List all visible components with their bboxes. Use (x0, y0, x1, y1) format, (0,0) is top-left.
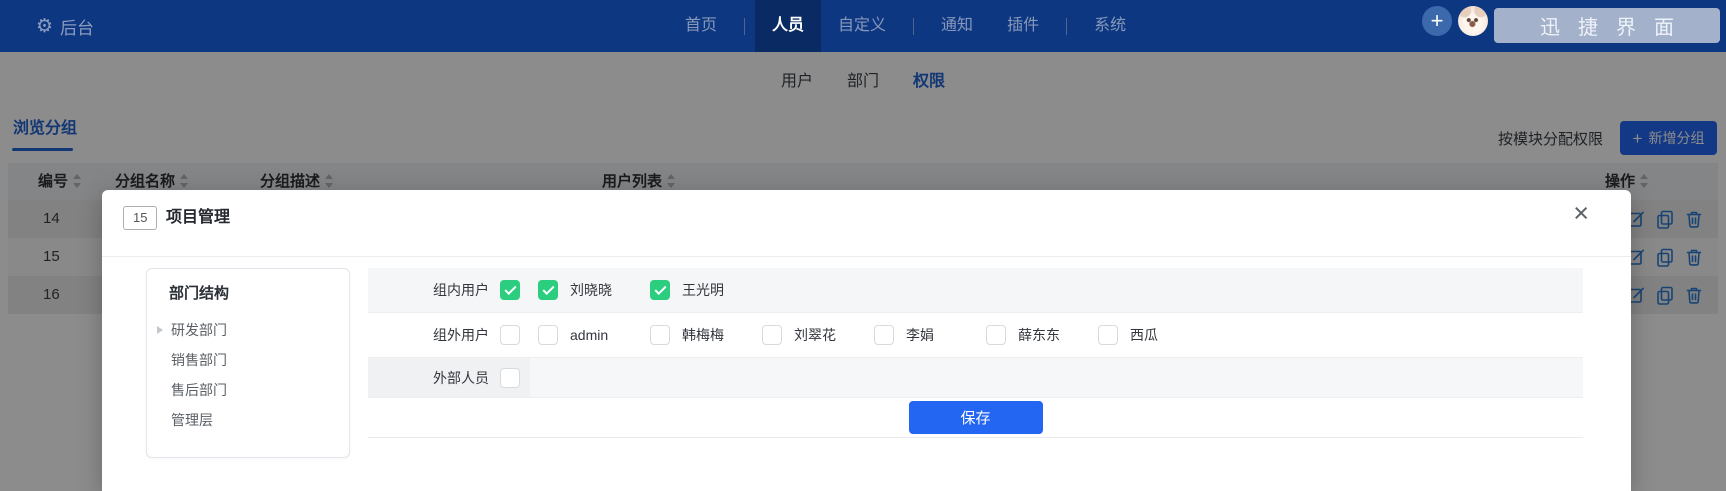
nav-separator (744, 17, 746, 35)
member-checkbox[interactable] (538, 325, 558, 345)
tree-item-sales-department[interactable]: 销售部门 (147, 345, 349, 375)
member-name: 韩梅梅 (682, 327, 724, 343)
select-all-checkbox[interactable] (500, 367, 520, 388)
member-checkbox[interactable] (986, 325, 1006, 345)
nav-item-home[interactable]: 首页 (668, 0, 734, 52)
department-structure-panel: 部门结构 研发部门 销售部门 售后部门 管理层 (146, 268, 350, 458)
user-groups-table: 组内用户 刘晓晓 王光明 组外用户 admin 韩梅梅 刘翠花 李娟 薛东东 西… (368, 268, 1583, 438)
member-checkbox[interactable] (650, 325, 670, 345)
department-panel-title: 部门结构 (169, 285, 230, 302)
group-label-cell: 组内用户 (368, 268, 530, 312)
member-item: 刘翠花 (762, 325, 874, 345)
group-row-out-group-users: 组外用户 admin 韩梅梅 刘翠花 李娟 薛东东 西瓜 (368, 313, 1583, 358)
member-name: 刘晓晓 (570, 282, 612, 298)
select-all-checkbox[interactable] (500, 325, 520, 345)
member-item: 薛东东 (986, 325, 1098, 345)
plus-icon: + (1430, 8, 1444, 33)
member-checkbox[interactable] (762, 325, 782, 345)
save-row: 保存 (368, 398, 1583, 438)
member-checkbox[interactable] (650, 280, 670, 300)
member-item: 西瓜 (1098, 325, 1210, 345)
member-item: 韩梅梅 (650, 325, 762, 345)
nav-item-system[interactable]: 系统 (1077, 0, 1143, 52)
modal-title: 项目管理 (166, 209, 231, 226)
member-name: 西瓜 (1130, 327, 1158, 343)
workspace-button[interactable]: 迅捷界面 (1494, 8, 1720, 43)
close-icon[interactable]: × (1573, 200, 1589, 227)
workspace-button-label: 迅捷界面 (1540, 17, 1692, 39)
nav-item-notification[interactable]: 通知 (924, 0, 990, 52)
member-name: admin (570, 327, 609, 343)
group-row-in-group-users: 组内用户 刘晓晓 王光明 (368, 268, 1583, 313)
group-label: 组内用户 (433, 282, 489, 298)
group-label: 组外用户 (433, 327, 489, 343)
gear-icon: ⚙ (36, 15, 54, 37)
tree-item-rd-department[interactable]: 研发部门 (147, 315, 349, 345)
add-button[interactable]: + (1422, 6, 1452, 36)
member-checkbox[interactable] (1098, 325, 1118, 345)
member-item: 王光明 (650, 280, 762, 300)
save-button[interactable]: 保存 (908, 401, 1043, 434)
nav-separator (1066, 17, 1068, 35)
group-id-badge: 15 (123, 206, 158, 230)
select-all-checkbox[interactable] (500, 280, 520, 300)
member-name: 李娟 (906, 327, 934, 343)
screen: ⚙ 后台 首页 人员 自定义 通知 插件 系统 + 迅捷界面 用户 部门 权限 … (0, 0, 1726, 491)
topbar: ⚙ 后台 首页 人员 自定义 通知 插件 系统 + 迅捷界面 (0, 0, 1726, 52)
nav-separator (913, 17, 915, 35)
member-item: 李娟 (874, 325, 986, 345)
brand[interactable]: ⚙ 后台 (36, 0, 94, 52)
tree-item-aftersales-department[interactable]: 售后部门 (147, 375, 349, 405)
chevron-right-icon[interactable] (157, 326, 163, 334)
top-navigation: 首页 人员 自定义 通知 插件 系统 (668, 0, 1143, 52)
member-item: 刘晓晓 (538, 280, 650, 300)
nav-item-custom[interactable]: 自定义 (821, 0, 903, 52)
member-list: admin 韩梅梅 刘翠花 李娟 薛东东 西瓜 (538, 325, 1210, 345)
group-label-cell: 组外用户 (368, 313, 530, 357)
member-checkbox[interactable] (874, 325, 894, 345)
member-name: 刘翠花 (794, 327, 836, 343)
project-management-modal: 15 项目管理 × 部门结构 研发部门 销售部门 售后部门 管理层 组内用户 刘… (102, 190, 1631, 491)
member-list: 刘晓晓 王光明 (538, 280, 762, 300)
group-label-cell: 外部人员 (368, 358, 530, 397)
nav-item-personnel[interactable]: 人员 (755, 0, 822, 52)
member-name: 王光明 (682, 282, 724, 298)
nav-item-plugin[interactable]: 插件 (990, 0, 1056, 52)
group-row-external-users: 外部人员 (368, 358, 1583, 398)
avatar[interactable] (1458, 6, 1488, 36)
tree-item-management[interactable]: 管理层 (147, 405, 349, 435)
modal-header-divider (102, 256, 1631, 257)
member-checkbox[interactable] (538, 280, 558, 300)
brand-label: 后台 (60, 18, 95, 38)
member-name: 薛东东 (1018, 327, 1060, 343)
member-item: admin (538, 325, 650, 345)
group-label: 外部人员 (433, 369, 489, 386)
